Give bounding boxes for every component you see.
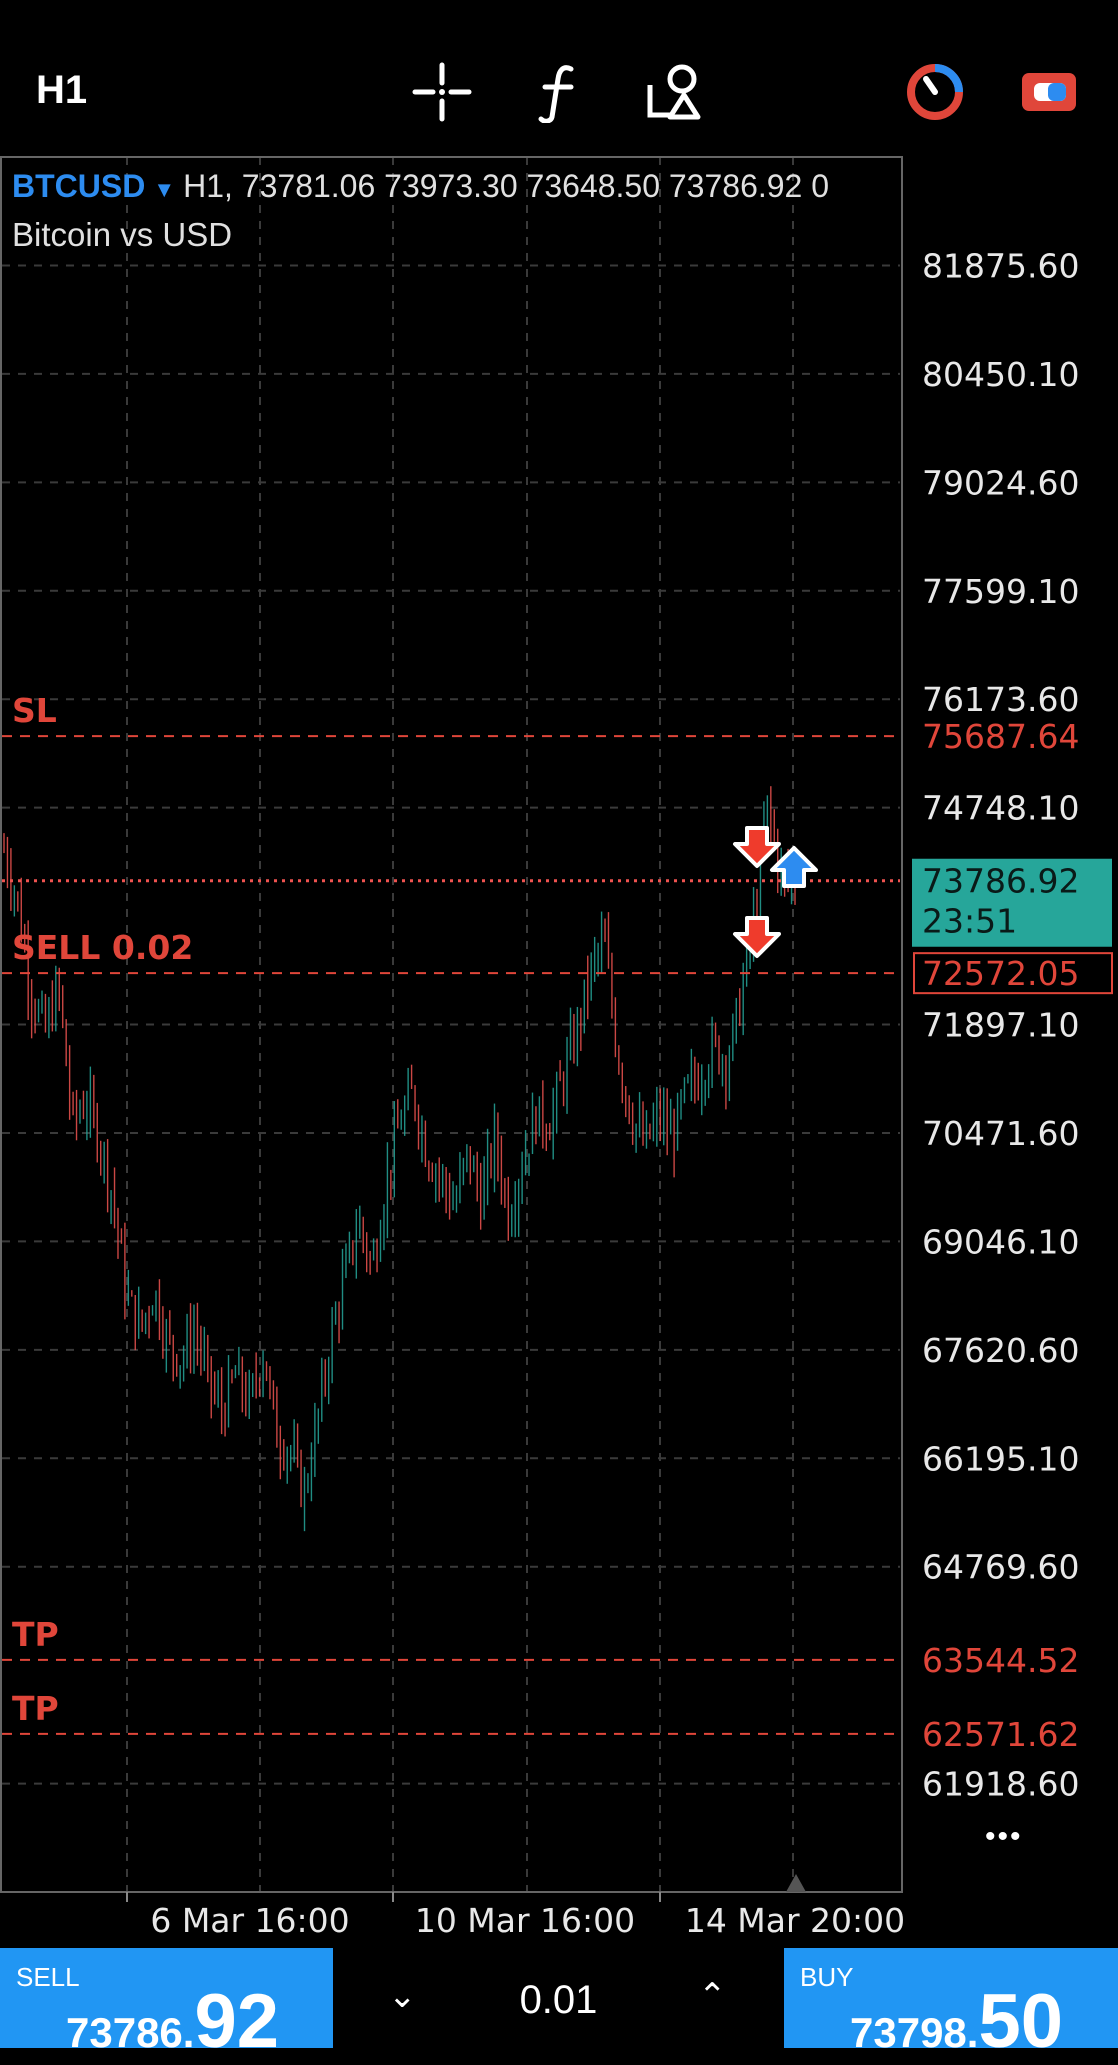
time-tick-label: 6 Mar 16:00 <box>150 1901 349 1940</box>
sell-button[interactable]: SELL 73786.92 <box>0 1948 333 2064</box>
buy-price: 73798.50 <box>850 1978 1063 2065</box>
time-axis: 6 Mar 16:00 10 Mar 16:00 14 Mar 20:00 <box>126 1874 905 1940</box>
countdown-label: 23:51 <box>922 902 1017 941</box>
level-label: SL <box>12 691 57 730</box>
price-tick-label: 71897.10 <box>922 1006 1079 1045</box>
chart-header: BTCUSD ▼ H1, 73781.06 73973.30 73648.50 73… <box>12 168 829 205</box>
ohlc-values: H1, 73781.06 73973.30 73648.50 73786.92 … <box>183 168 830 204</box>
symbol-dropdown-icon[interactable]: ▼ <box>153 177 175 202</box>
sell-entry-arrow-icon-shape <box>733 916 781 958</box>
buy-label: BUY <box>800 1962 854 1992</box>
buy-button[interactable]: BUY 73798.50 <box>784 1948 1118 2064</box>
lot-stepper: ⌄ 0.01 ⌃ <box>333 1948 784 2048</box>
price-axis: 81875.60 80450.10 79024.60 77599.10 76173.60… <box>922 246 1079 1803</box>
time-tick-label: 14 Mar 20:00 <box>685 1901 905 1940</box>
level-price: 62571.62 <box>922 1715 1079 1754</box>
level-label: TP <box>12 1615 59 1654</box>
buy-price-pips: 50 <box>978 1979 1064 2064</box>
symbol-description: Bitcoin vs USD <box>12 216 233 253</box>
more-options-icon[interactable]: ••• <box>985 1820 1023 1854</box>
price-chart[interactable]: SL 75687.64 SELL 0.02 72572.05 TP 63544.52 TP 6… <box>0 0 1118 1945</box>
sell-entry-arrow-icon <box>733 916 781 958</box>
price-tick-label: 70471.60 <box>922 1114 1079 1153</box>
chart-grid <box>2 157 900 1892</box>
level-price: 75687.64 <box>922 717 1079 756</box>
price-tick-label: 80450.10 <box>922 355 1079 394</box>
buy-price-main: 73798. <box>850 2009 979 2056</box>
lot-increase-icon[interactable]: ⌃ <box>698 1976 727 2016</box>
scroll-end-marker <box>786 1874 806 1892</box>
level-price: 63544.52 <box>922 1641 1079 1680</box>
sell-entry-arrow-icon <box>733 826 781 868</box>
price-tick-label: 79024.60 <box>922 463 1079 502</box>
sell-price: 73786.92 <box>66 1978 279 2065</box>
candles-group <box>3 786 796 1532</box>
sell-entry-arrow-icon-shape <box>733 826 781 868</box>
price-tick-label: 64769.60 <box>922 1548 1079 1587</box>
price-tick-label: 76173.60 <box>922 680 1079 719</box>
current-price-label: 73786.92 <box>922 862 1079 901</box>
price-tick-label: 61918.60 <box>922 1765 1079 1804</box>
price-tick-label: 74748.10 <box>922 789 1079 828</box>
level-price: 72572.05 <box>922 954 1079 993</box>
price-tick-label: 81875.60 <box>922 246 1079 285</box>
trade-bar: SELL 73786.92 ⌄ 0.01 ⌃ BUY 73798.50 <box>0 1948 1118 2064</box>
price-tick-label: 69046.10 <box>922 1222 1079 1261</box>
price-tick-label: 67620.60 <box>922 1331 1079 1370</box>
price-tick-label: 77599.10 <box>922 572 1079 611</box>
level-label: TP <box>12 1689 59 1728</box>
sell-price-pips: 92 <box>194 1979 280 2064</box>
trade-markers <box>733 826 818 958</box>
time-tick-label: 10 Mar 16:00 <box>415 1901 635 1940</box>
sell-price-main: 73786. <box>66 2009 195 2056</box>
level-label: SELL 0.02 <box>12 928 193 967</box>
price-tick-label: 66195.10 <box>922 1439 1079 1478</box>
symbol-label[interactable]: BTCUSD <box>12 168 145 204</box>
